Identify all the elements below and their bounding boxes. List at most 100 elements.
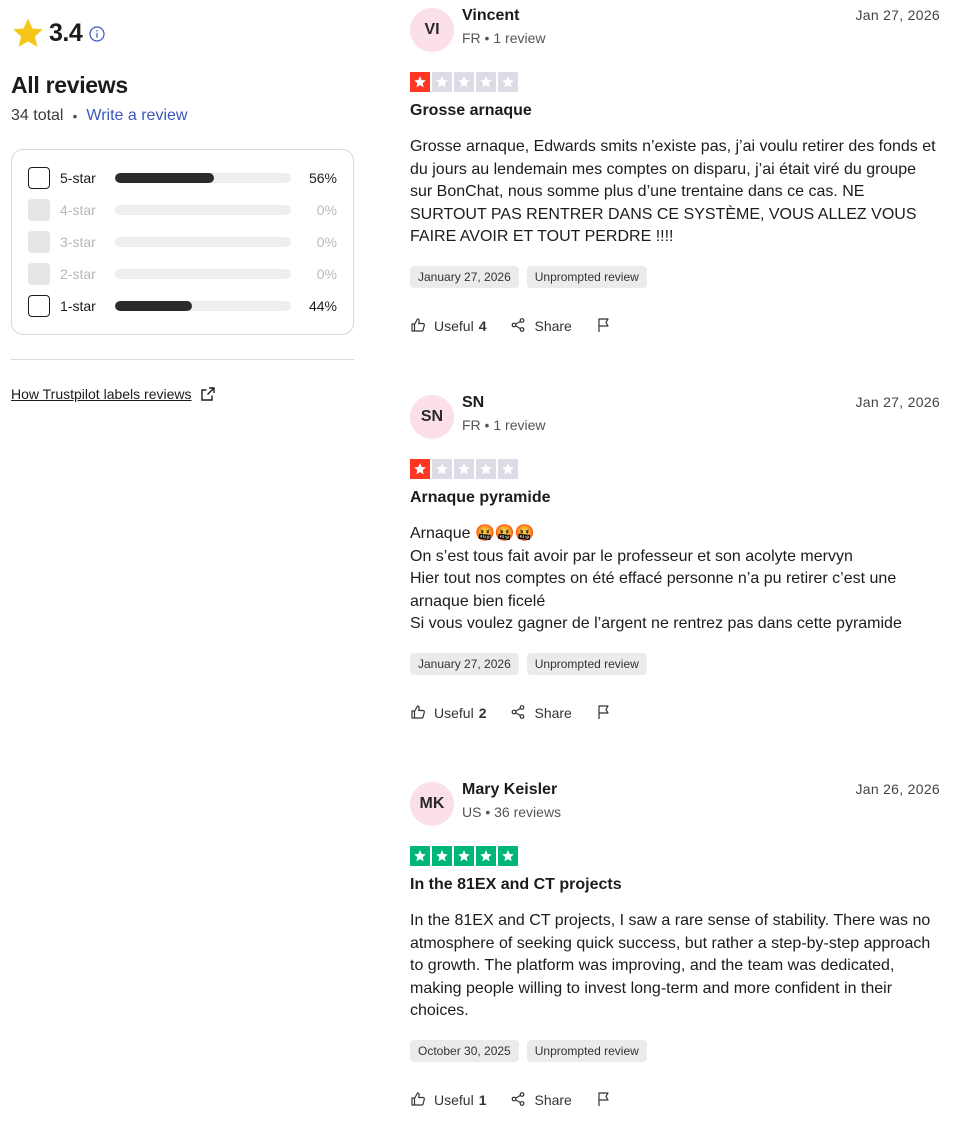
distribution-bar [115,173,291,183]
avatar[interactable]: VI [410,8,454,52]
thumbs-up-icon [410,1091,434,1110]
share-button[interactable]: Share [510,704,572,723]
distribution-row-1-star[interactable]: 1-star 44% [28,290,337,322]
info-icon[interactable] [89,26,105,42]
review-actions: Useful 1 Share [410,1091,940,1110]
useful-label: Useful [434,705,474,721]
review-body: In the 81EX and CT projects, I saw a rar… [410,910,940,1023]
report-button[interactable] [596,704,620,723]
reviewer-country: FR [462,417,481,433]
share-label: Share [534,705,572,721]
reviewer-name[interactable]: SN [462,394,855,412]
review-title[interactable]: In the 81EX and CT projects [410,876,940,894]
divider [11,359,354,360]
rating-star-icon [454,846,474,866]
review-date: Jan 27, 2026 [855,7,940,23]
rating-star-icon [432,72,452,92]
reviewer-name[interactable]: Mary Keisler [462,781,855,799]
reviewer-meta: SN FR • 1 review [462,394,855,433]
review-rating [410,72,940,92]
review-title[interactable]: Arnaque pyramide [410,489,940,507]
filter-checkbox[interactable] [28,295,50,317]
reviewer-country: US [462,804,482,820]
useful-button[interactable]: Useful 1 [410,1091,486,1110]
review-tags: January 27, 2026 Unprompted review [410,265,940,288]
filter-checkbox [28,199,50,221]
rating-star-icon [476,72,496,92]
distribution-label: 5-star [60,170,96,186]
flag-icon [596,317,620,336]
review-body: Arnaque 🤬🤬🤬 On s’est tous fait avoir par … [410,523,940,636]
review-text-line: Arnaque 🤬🤬🤬 [410,525,535,542]
distribution-percent: 0% [316,202,337,218]
reviewer-meta: Mary Keisler US • 36 reviews [462,781,855,820]
how-labels-text: How Trustpilot labels reviews [11,386,192,402]
thumbs-up-icon [410,317,434,336]
review-tags: October 30, 2025 Unprompted review [410,1039,940,1062]
distribution-row-5-star[interactable]: 5-star 56% [28,162,337,194]
rating-row: 3.4 [11,14,354,52]
filter-checkbox[interactable] [28,167,50,189]
useful-button[interactable]: Useful 4 [410,317,486,336]
review-title[interactable]: Grosse arnaque [410,102,940,120]
review-actions: Useful 4 Share [410,317,940,336]
share-label: Share [534,318,572,334]
rating-star-icon [498,459,518,479]
rating-star-icon [410,72,430,92]
avatar[interactable]: SN [410,395,454,439]
rating-star-icon [476,459,496,479]
experience-date-tag: January 27, 2026 [410,652,519,675]
review-body: Grosse arnaque, Edwards smits n’existe p… [410,136,940,249]
review-header: VI Vincent FR • 1 review Jan 27, 2026 [410,7,940,54]
unprompted-review-tag[interactable]: Unprompted review [526,652,647,675]
share-button[interactable]: Share [510,1091,572,1110]
avatar[interactable]: MK [410,782,454,826]
review-actions: Useful 2 Share [410,704,940,723]
reviewer-review-count: 1 review [493,417,546,433]
reviewer-country: FR [462,30,481,46]
share-button[interactable]: Share [510,317,572,336]
reviewer-name[interactable]: Vincent [462,7,855,25]
distribution-bar [115,205,291,215]
rating-star-icon [432,459,452,479]
share-icon [510,317,534,336]
separator-dot: • [72,108,78,124]
rating-star-icon [476,846,496,866]
rating-star-icon [498,846,518,866]
share-icon [510,704,534,723]
distribution-bar-fill [115,173,214,183]
rating-star-icon [454,72,474,92]
external-link-icon [200,387,215,401]
distribution-bar-fill [115,301,193,311]
experience-date-tag: January 27, 2026 [410,265,519,288]
unprompted-review-tag[interactable]: Unprompted review [526,1039,647,1062]
write-review-link[interactable]: Write a review [86,107,187,125]
report-button[interactable] [596,317,620,336]
total-row: 34 total • Write a review [11,107,354,125]
filter-checkbox [28,263,50,285]
distribution-label: 3-star [60,234,96,250]
distribution-row-2-star: 2-star 0% [28,258,337,290]
distribution-row-3-star: 3-star 0% [28,226,337,258]
distribution-percent: 56% [308,170,337,186]
how-trustpilot-labels-link[interactable]: How Trustpilot labels reviews [11,386,354,402]
experience-date-tag: October 30, 2025 [410,1039,519,1062]
share-icon [510,1091,534,1110]
report-button[interactable] [596,1091,620,1110]
review-rating [410,846,940,866]
useful-count: 2 [478,705,487,721]
rating-star-icon [454,459,474,479]
flag-icon [596,704,620,723]
rating-star-icon [410,846,430,866]
unprompted-review-tag[interactable]: Unprompted review [526,265,647,288]
distribution-label: 2-star [60,266,96,282]
filter-checkbox [28,231,50,253]
reviewer-sub: US • 36 reviews [462,804,562,820]
reviews-summary: 3.4 All reviews 34 total • Write a revie… [11,14,354,402]
useful-label: Useful [434,318,474,334]
reviewer-review-count: 1 review [493,30,546,46]
review-card: VI Vincent FR • 1 review Jan 27, 2026 Grosse… [410,7,940,336]
review-text-line: Grosse arnaque, Edwards smits n’existe p… [410,138,936,245]
rating-distribution: 5-star 56% 4-star 0% 3-star 0% 2-star 0% 1-star 4… [11,149,354,335]
useful-button[interactable]: Useful 2 [410,704,486,723]
